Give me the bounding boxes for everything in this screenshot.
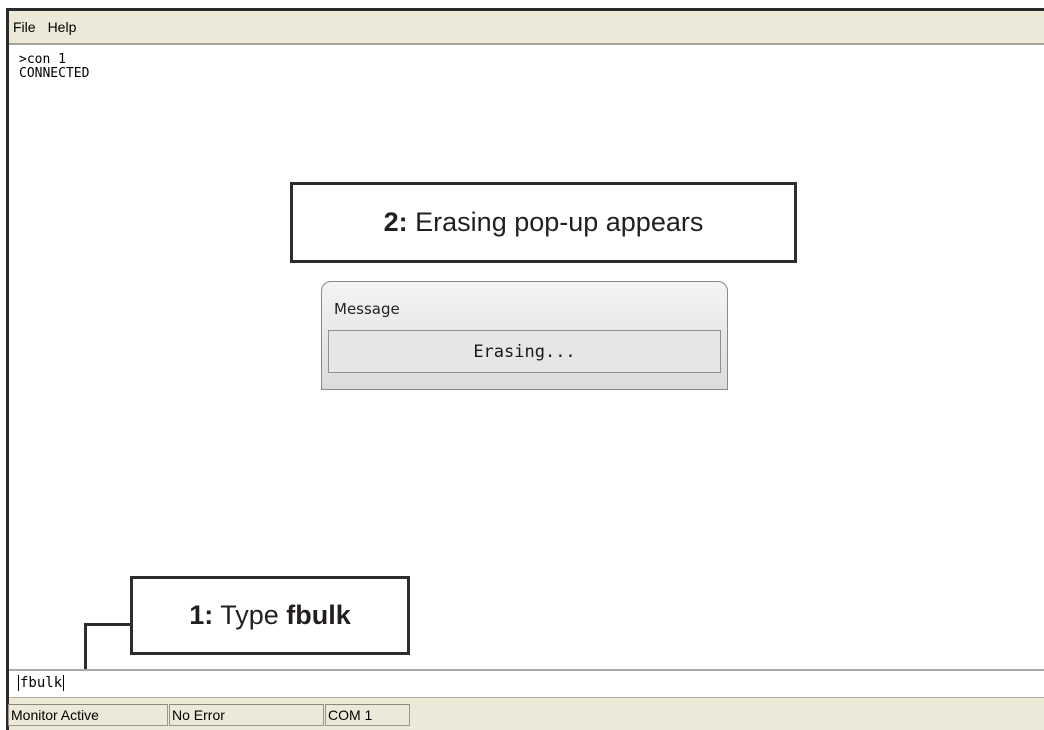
callout-step-text: Erasing pop-up appears: [407, 207, 704, 237]
callout-step-1: 1: Type fbulk: [130, 576, 410, 655]
menu-help[interactable]: Help: [42, 19, 83, 35]
terminal-app: File Help >con 1 CONNECTED 2: Erasing po…: [0, 0, 1044, 730]
callout-step-number: 2:: [383, 207, 408, 237]
command-input[interactable]: fbulk: [9, 669, 1044, 695]
popup-title: Message: [334, 300, 400, 318]
menu-bar: File Help: [9, 11, 1044, 45]
terminal-line: CONNECTED: [19, 66, 90, 81]
callout-step-number: 1:: [189, 600, 214, 630]
popup-message: Erasing...: [328, 330, 721, 373]
status-port: COM 1: [325, 704, 410, 726]
callout-step-text: Type: [213, 600, 287, 630]
status-bar: Monitor Active No Error COM 1: [8, 697, 1044, 730]
status-monitor: Monitor Active: [8, 704, 168, 726]
status-error: No Error: [169, 704, 324, 726]
callout-step-2: 2: Erasing pop-up appears: [290, 182, 797, 263]
command-input-text[interactable]: fbulk: [18, 675, 65, 691]
callout-command: fbulk: [286, 600, 351, 630]
terminal-line: >con 1: [19, 52, 66, 67]
menu-file[interactable]: File: [9, 19, 42, 35]
message-popup: Message Erasing...: [321, 281, 728, 390]
callout-leader-line: [84, 623, 87, 673]
callout-leader-line: [84, 623, 132, 626]
